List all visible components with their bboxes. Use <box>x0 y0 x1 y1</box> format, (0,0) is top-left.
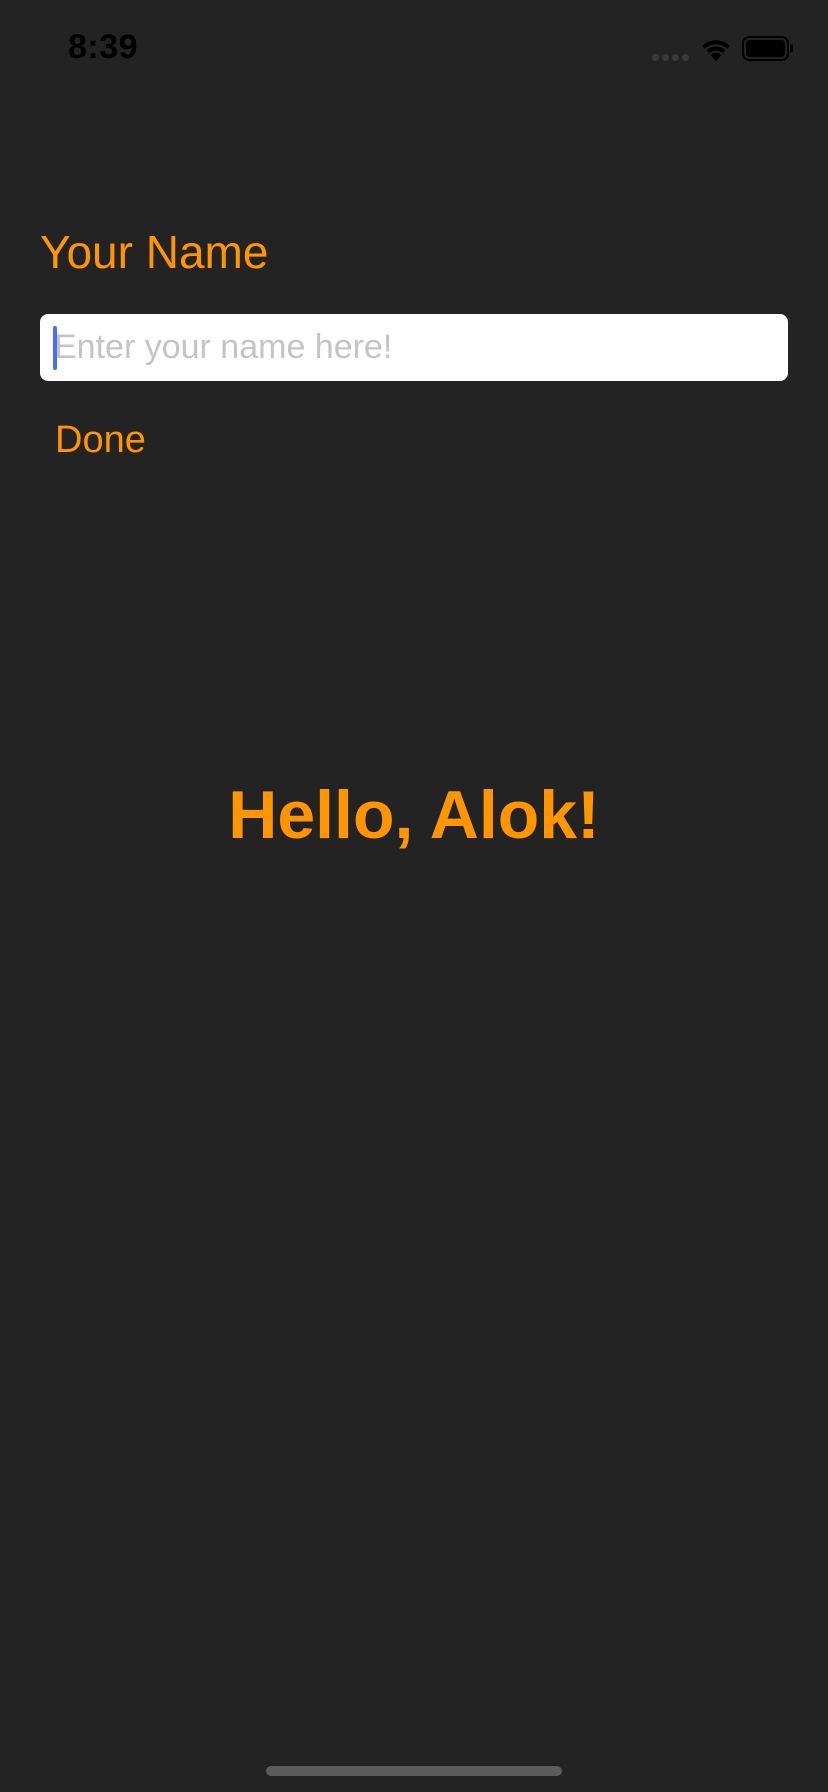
text-cursor <box>53 326 57 370</box>
wifi-icon <box>699 36 733 62</box>
greeting-text: Hello, Alok! <box>228 777 600 853</box>
done-button[interactable]: Done <box>55 414 146 466</box>
status-bar: 8:39 <box>0 0 828 100</box>
name-input[interactable] <box>54 314 774 381</box>
home-indicator[interactable] <box>266 1766 562 1776</box>
name-input-container[interactable] <box>40 314 788 381</box>
status-time: 8:39 <box>68 28 139 66</box>
cellular-signal-icon <box>652 54 690 62</box>
battery-icon <box>742 36 794 61</box>
name-label: Your Name <box>40 226 269 278</box>
